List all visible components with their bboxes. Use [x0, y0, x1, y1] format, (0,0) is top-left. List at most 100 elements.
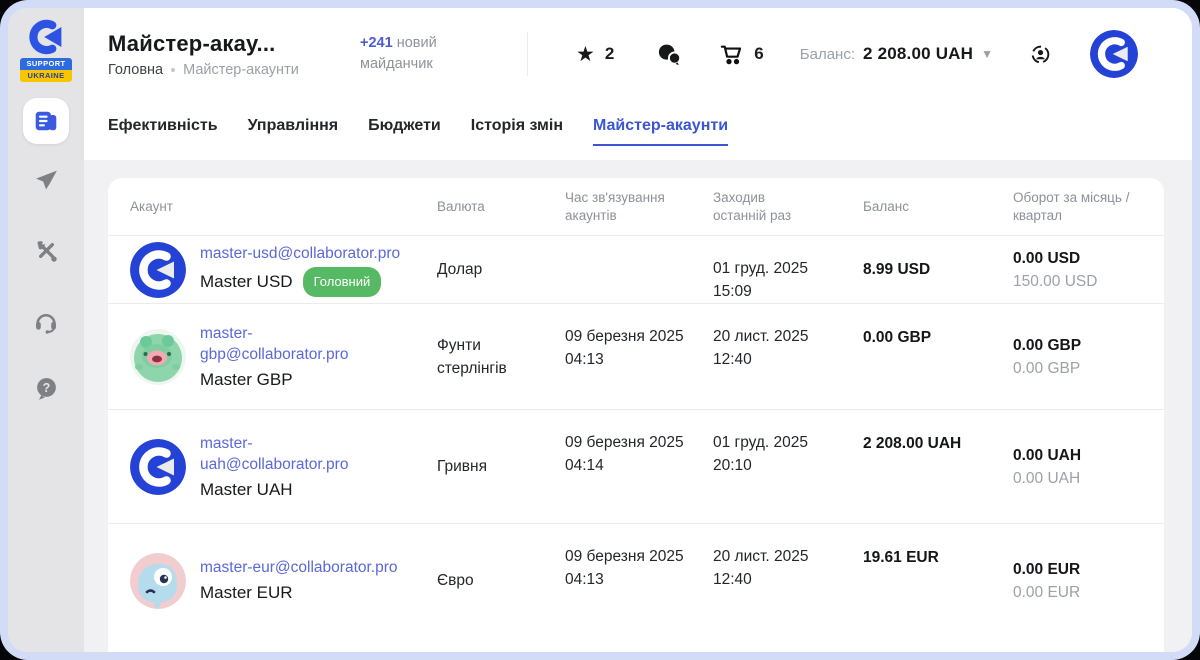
new-sites-count: +241: [360, 35, 393, 51]
main-area: Майстер-акау... Головна Майстер-акаунти …: [84, 8, 1192, 652]
sidebar: SUPPORT UKRAINE: [8, 8, 84, 652]
balance-label: Баланс:: [800, 46, 855, 63]
turnover-cell: 0.00 EUR 0.00 EUR: [1013, 524, 1164, 637]
new-sites-counter[interactable]: +241 новий майданчик: [360, 33, 472, 75]
chevron-down-icon: ▼: [981, 47, 993, 61]
tab-5[interactable]: Майстер-акаунти: [593, 117, 728, 146]
account-name: Master GBP: [200, 368, 293, 391]
turnover-month: 0.00 EUR: [1013, 558, 1080, 581]
last-login-cell: 01 груд. 2025 15:09: [713, 236, 863, 303]
column-header: Акаунт: [108, 178, 437, 235]
tab-1[interactable]: Ефективність: [108, 117, 218, 146]
collaborator-avatar: [130, 439, 186, 495]
sidebar-item-support[interactable]: [33, 308, 59, 334]
tools-icon: [34, 239, 59, 264]
turnover-quarter: 0.00 UAH: [1013, 467, 1080, 490]
balance-cell: 2 208.00 UAH: [863, 410, 1013, 523]
sidebar-item-tools[interactable]: [34, 239, 59, 264]
account-email-link[interactable]: master-usd@collaborator.pro: [200, 243, 400, 264]
header: Майстер-акау... Головна Майстер-акаунти …: [84, 8, 1192, 100]
turnover-cell: 0.00 UAH 0.00 UAH: [1013, 410, 1164, 523]
linked-at-cell: [565, 236, 713, 303]
sidebar-item-help[interactable]: ?: [34, 376, 59, 401]
feed-icon: [33, 108, 59, 134]
turnover-cell: 0.00 USD 150.00 USD: [1013, 236, 1164, 303]
table-row[interactable]: master- gbp@collaborator.pro Master GBP …: [108, 303, 1164, 409]
tab-4[interactable]: Історія змін: [471, 117, 563, 146]
paper-plane-icon: [34, 168, 59, 193]
cart-button[interactable]: 6: [719, 42, 763, 67]
column-header: Оборот за місяць / квартал: [1013, 178, 1164, 235]
linked-at-cell: 09 березня 2025 04:14: [565, 410, 713, 523]
ukraine-label: UKRAINE: [20, 70, 72, 82]
account-text: master- uah@collaborator.pro Master UAH: [200, 433, 348, 501]
balance-cell: 0.00 GBP: [863, 304, 1013, 409]
sidebar-item-messages[interactable]: [34, 168, 59, 193]
account-email-link[interactable]: master- gbp@collaborator.pro: [200, 323, 348, 365]
account-cell: master-eur@collaborator.pro Master EUR: [108, 524, 437, 637]
support-label: SUPPORT: [20, 58, 72, 70]
switch-account-button[interactable]: [1029, 43, 1052, 66]
last-login-cell: 01 груд. 2025 20:10: [713, 410, 863, 523]
user-avatar[interactable]: [1090, 30, 1138, 78]
account-email-link[interactable]: master-eur@collaborator.pro: [200, 557, 398, 578]
table-row[interactable]: master-eur@collaborator.pro Master EUR Є…: [108, 523, 1164, 637]
primary-badge: Головний: [303, 267, 382, 297]
app-frame: SUPPORT UKRAINE: [0, 0, 1200, 660]
balance-value: 2 208.00 UAH: [863, 44, 973, 64]
tab-3[interactable]: Бюджети: [368, 117, 441, 146]
switch-account-icon: [1029, 43, 1052, 66]
turnover-quarter: 0.00 GBP: [1013, 357, 1080, 380]
turnover-month: 0.00 USD: [1013, 247, 1080, 270]
collaborator-c-icon: [24, 18, 68, 56]
linked-at-cell: 09 березня 2025 04:13: [565, 524, 713, 637]
collaborator-avatar: [130, 242, 186, 298]
account-name: Master EUR: [200, 581, 293, 604]
headset-icon: [33, 308, 59, 334]
favorites-count: 2: [605, 44, 614, 64]
balance-cell: 19.61 EUR: [863, 524, 1013, 637]
table-row[interactable]: master-usd@collaborator.pro Master USD Г…: [108, 235, 1164, 303]
table-body: master-usd@collaborator.pro Master USD Г…: [108, 235, 1164, 637]
title-block: Майстер-акау... Головна Майстер-акаунти: [108, 31, 348, 78]
breadcrumb-current: Майстер-акаунти: [183, 62, 299, 78]
last-login-cell: 20 лист. 2025 12:40: [713, 304, 863, 409]
sidebar-item-feed[interactable]: [23, 98, 69, 144]
svg-text:?: ?: [42, 381, 50, 395]
messages-button[interactable]: [656, 42, 681, 67]
column-header: Час зв'язування акаунтів: [565, 178, 713, 235]
turnover-cell: 0.00 GBP 0.00 GBP: [1013, 304, 1164, 409]
tab-2[interactable]: Управління: [248, 117, 339, 146]
account-email-link[interactable]: master- uah@collaborator.pro: [200, 433, 348, 475]
column-header: Валюта: [437, 178, 565, 235]
turnover-quarter: 150.00 USD: [1013, 270, 1097, 293]
collaborator-avatar-icon: [1090, 30, 1138, 78]
account-text: master-usd@collaborator.pro Master USD Г…: [200, 243, 400, 297]
account-text: master-eur@collaborator.pro Master EUR: [200, 557, 398, 604]
table-row[interactable]: master- uah@collaborator.pro Master UAH …: [108, 409, 1164, 523]
linked-at-cell: 09 березня 2025 04:13: [565, 304, 713, 409]
green-monster-avatar: [130, 329, 186, 385]
star-icon: ★: [576, 44, 595, 65]
balance-dropdown[interactable]: Баланс: 2 208.00 UAH ▼: [800, 44, 993, 64]
collaborator-logo[interactable]: SUPPORT UKRAINE: [20, 18, 72, 82]
turnover-month: 0.00 UAH: [1013, 444, 1081, 467]
app-window: SUPPORT UKRAINE: [8, 8, 1192, 652]
accounts-table-card: АкаунтВалютаЧас зв'язування акаунтівЗахо…: [108, 178, 1164, 652]
favorites-button[interactable]: ★ 2: [576, 44, 614, 65]
currency-cell: Євро: [437, 524, 565, 637]
question-bubble-icon: ?: [34, 376, 59, 401]
chat-bubbles-icon: [656, 42, 681, 67]
breadcrumb-separator: [171, 68, 175, 72]
table-header-row: АкаунтВалютаЧас зв'язування акаунтівЗахо…: [108, 178, 1164, 235]
currency-cell: Долар: [437, 236, 565, 303]
account-cell: master- uah@collaborator.pro Master UAH: [108, 410, 437, 523]
breadcrumb-home[interactable]: Головна: [108, 62, 163, 78]
breadcrumb: Головна Майстер-акаунти: [108, 62, 348, 78]
blue-monster-avatar: [130, 553, 186, 609]
balance-cell: 8.99 USD: [863, 236, 1013, 303]
cart-count: 6: [754, 44, 763, 64]
header-divider: [527, 32, 528, 76]
last-login-cell: 20 лист. 2025 12:40: [713, 524, 863, 637]
account-text: master- gbp@collaborator.pro Master GBP: [200, 323, 348, 391]
